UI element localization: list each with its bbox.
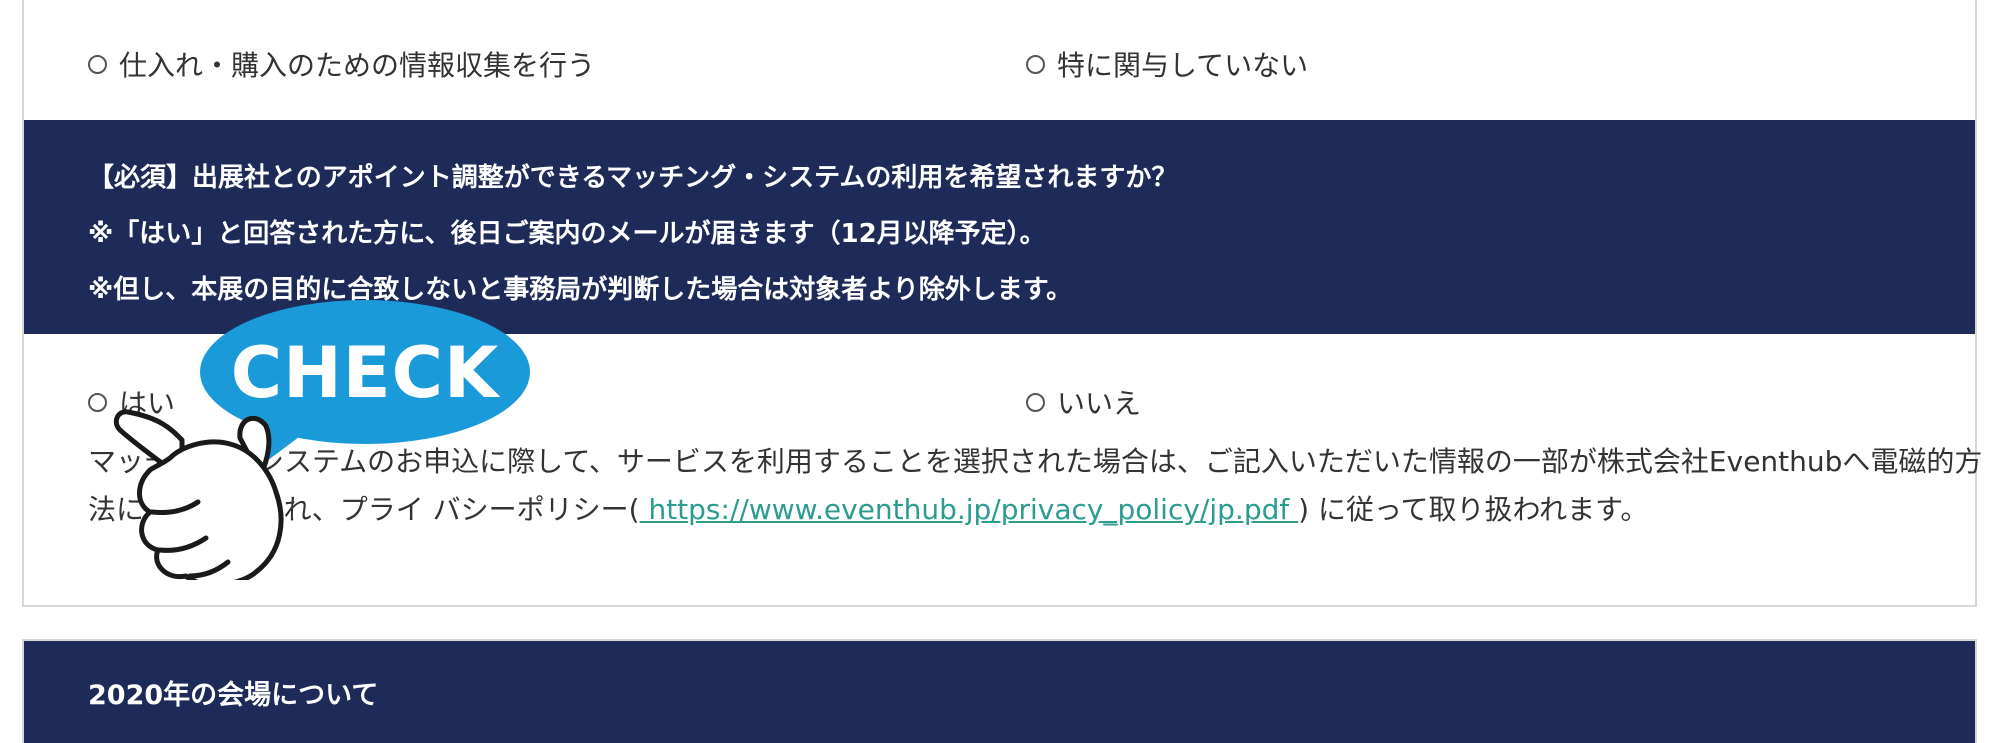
radio-circle-icon[interactable] <box>88 392 107 412</box>
answer-no-label: いいえ <box>1057 387 1142 420</box>
venue-section-header: 2020年の会場について <box>22 639 1977 743</box>
answer-yes-radio[interactable]: はい <box>88 382 175 422</box>
answer-no-radio[interactable]: いいえ <box>1026 382 1141 422</box>
option-info-gathering-radio[interactable]: 仕入れ・購入のための情報収集を行う <box>88 44 595 84</box>
radio-circle-icon[interactable] <box>1026 392 1045 412</box>
privacy-note-text-2: ) に従って取り扱われます。 <box>1298 493 1649 526</box>
radio-circle-icon[interactable] <box>88 54 107 74</box>
question-note-2: ※但し、本展の目的に合致しないと事務局が判断した場合は対象者より除外します。 <box>88 275 1073 305</box>
option-not-involved-label: 特に関与していない <box>1057 49 1309 82</box>
question-header: 【必須】出展社とのアポイント調整ができるマッチング・システムの利用を希望されます… <box>24 120 1975 334</box>
radio-circle-icon[interactable] <box>1026 54 1045 74</box>
option-not-involved-radio[interactable]: 特に関与していない <box>1026 44 1308 84</box>
privacy-note: マッチング・システムのお申込に際して、サービスを利用することを選択された場合は、… <box>88 438 1988 534</box>
option-info-gathering-label: 仕入れ・購入のための情報収集を行う <box>119 49 596 82</box>
question-note-1: ※「はい」と回答された方に、後日ご案内のメールが届きます（12月以降予定）。 <box>88 219 1046 249</box>
venue-section-title: 2020年の会場について <box>88 680 379 711</box>
previous-options-row: 仕入れ・購入のための情報収集を行う 特に関与していない <box>24 0 1975 120</box>
question-title: 【必須】出展社とのアポイント調整ができるマッチング・システムの利用を希望されます… <box>88 163 1178 193</box>
answer-yes-label: はい <box>119 387 176 420</box>
matching-question-card: 仕入れ・購入のための情報収集を行う 特に関与していない 【必須】出展社とのアポイ… <box>22 0 1982 607</box>
privacy-policy-link[interactable]: https://www.eventhub.jp/privacy_policy/j… <box>640 493 1299 526</box>
